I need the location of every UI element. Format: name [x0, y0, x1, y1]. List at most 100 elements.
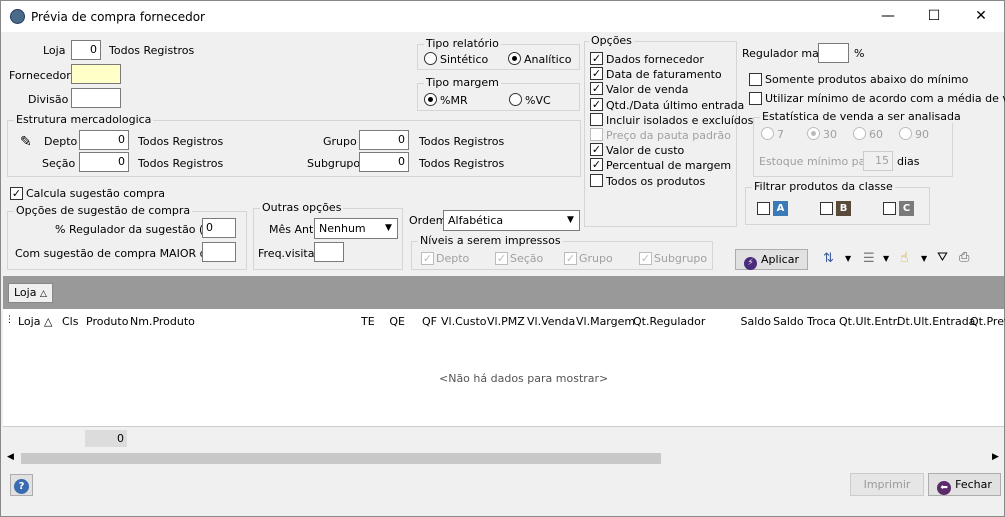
divisao-input[interactable] [71, 88, 121, 108]
opcao-checkbox[interactable]: ✓ [590, 52, 603, 65]
chevron-down-icon[interactable]: ▼ [845, 254, 851, 263]
scroll-left-icon[interactable]: ◀ [7, 452, 14, 462]
column-header-te[interactable]: TE [361, 313, 377, 331]
estatistica-radio-60[interactable] [853, 127, 866, 140]
fechar-button[interactable]: ⬅ Fechar [928, 473, 1001, 496]
opcao-checkbox[interactable]: ✓ [590, 97, 603, 111]
maior-input[interactable] [202, 242, 236, 262]
column-header-vl-pmz[interactable]: Vl.PMZ [487, 313, 525, 331]
scroll-thumb[interactable] [21, 453, 661, 464]
freq-input[interactable] [314, 242, 344, 262]
horizontal-scrollbar[interactable]: ◀ ▶ [3, 450, 1004, 467]
ordem-select[interactable]: Alfabética ▼ [443, 210, 580, 231]
somente-abaixo-checkbox[interactable] [749, 73, 762, 86]
divisao-label: Divisão [28, 93, 69, 106]
grupo-input[interactable]: 0 [359, 130, 409, 150]
estoque-label: Estoque mínimo para [759, 155, 877, 168]
column-header-qe[interactable]: QE [381, 313, 405, 331]
estatistica-label-7: 7 [777, 128, 784, 141]
column-chooser-icon[interactable]: ⋮ [5, 315, 14, 325]
vc-radio[interactable] [509, 93, 522, 106]
column-header-qt-regulador[interactable]: Qt.Regulador [633, 313, 705, 331]
estatistica-radio-30[interactable] [807, 127, 820, 140]
estatistica-label-60: 60 [869, 128, 883, 141]
maximize-button[interactable]: ☐ [911, 1, 957, 32]
opcoes-legend: Opções [589, 34, 634, 47]
nivel-checkbox[interactable]: ✓ [639, 252, 652, 265]
column-header-vl-venda[interactable]: Vl.Venda [527, 313, 575, 331]
opcao-checkbox[interactable]: ✓ [590, 158, 603, 172]
vc-label: %VC [525, 94, 551, 107]
fornecedor-input[interactable] [71, 64, 121, 84]
column-header-qt-ult-entr-[interactable]: Qt.Ult.Entr. [839, 313, 900, 331]
analitico-radio[interactable] [508, 52, 521, 65]
nivel-checkbox[interactable]: ✓ [564, 252, 577, 265]
window: Prévia de compra fornecedor — ☐ ✕ Loja 0… [0, 0, 1005, 517]
column-header-qf[interactable]: QF [411, 313, 437, 331]
opcao-checkbox[interactable] [590, 173, 603, 187]
mr-radio[interactable] [424, 93, 437, 106]
column-header-cls[interactable]: Cls [62, 313, 87, 331]
estatistica-radio-90[interactable] [899, 127, 912, 140]
printer-icon[interactable]: ⎙ [959, 250, 969, 265]
column-header-loja[interactable]: Loja △ [18, 313, 53, 331]
nivel-checkbox[interactable]: ✓ [495, 252, 508, 265]
class-b-checkbox[interactable] [820, 202, 833, 215]
filter-icon[interactable]: ⛛ [937, 250, 948, 265]
opcao-checkbox[interactable] [590, 112, 603, 126]
column-header-saldo[interactable]: Saldo [707, 313, 772, 331]
app-icon [10, 9, 25, 24]
class-a-badge: A [773, 201, 788, 216]
column-header-produto[interactable]: Produto [86, 313, 128, 331]
imprimir-button[interactable]: Imprimir [850, 473, 924, 496]
nivel-label: Grupo [579, 252, 613, 265]
opcao-checkbox[interactable]: ✓ [590, 143, 603, 157]
class-c-checkbox[interactable] [883, 202, 896, 215]
grid-footer: 0 [3, 428, 1004, 448]
scroll-right-icon[interactable]: ▶ [992, 452, 999, 462]
chevron-down-icon[interactable]: ▼ [883, 254, 889, 263]
sort-icon[interactable]: ⇅ [823, 251, 834, 266]
column-header-saldo-troca[interactable]: Saldo Troca [773, 313, 836, 331]
secao-input[interactable]: 0 [79, 152, 129, 172]
calcula-checkbox[interactable]: ✓ [10, 187, 23, 200]
column-header-dt-ult-entrada[interactable]: Dt.Ult.Entrada [897, 313, 975, 331]
estatistica-radio-7[interactable] [761, 127, 774, 140]
eraser-icon[interactable]: ✎ [20, 134, 32, 150]
column-header-nm-produto[interactable]: Nm.Produto [130, 313, 360, 331]
depto-input[interactable]: 0 [79, 130, 129, 150]
minimize-button[interactable]: — [865, 1, 911, 32]
column-header-vl-custo[interactable]: Vl.Custo [441, 313, 487, 331]
regulador-input[interactable] [818, 43, 849, 63]
chevron-down-icon: ▼ [567, 215, 574, 225]
help-button[interactable]: ? [10, 474, 33, 496]
loja-input[interactable]: 0 [71, 40, 101, 60]
footer-total: 0 [85, 430, 127, 447]
hand-icon[interactable]: ☝ [900, 250, 909, 266]
column-header-vl-margem[interactable]: Vl.Margem [576, 313, 635, 331]
opcao-checkbox[interactable] [590, 128, 603, 141]
subgrupo-input[interactable]: 0 [359, 152, 409, 172]
class-b-badge: B [836, 201, 851, 216]
estoque-input[interactable]: 15 [863, 151, 893, 171]
utilizar-minimo-checkbox[interactable] [749, 92, 762, 105]
sintetico-radio[interactable] [424, 52, 437, 65]
opcao-checkbox[interactable]: ✓ [590, 82, 603, 96]
chevron-down-icon[interactable]: ▼ [921, 254, 927, 263]
class-a-checkbox[interactable] [757, 202, 770, 215]
list-icon[interactable]: ☰ [863, 251, 875, 266]
close-button[interactable]: ✕ [958, 1, 1004, 32]
class-c-badge: C [899, 201, 914, 216]
aplicar-button[interactable]: ⚡ Aplicar [735, 249, 808, 270]
opcao-label: Data de faturamento [606, 68, 722, 82]
subgrupo-label: Subgrupo [307, 157, 361, 170]
nivel-checkbox[interactable]: ✓ [421, 252, 434, 265]
opcao-label: Percentual de margem [606, 159, 732, 173]
utilizar-minimo-label: Utilizar mínimo de acordo com a média de… [765, 92, 1005, 105]
opcao-checkbox[interactable]: ✓ [590, 67, 603, 81]
regulador-unit: % [854, 47, 865, 60]
mes-select[interactable]: Nenhum ▼ [314, 218, 398, 239]
column-header-qt-prev[interactable]: Qt.Prev [970, 313, 1005, 331]
regulador-sugestao-input[interactable]: 0 [202, 218, 236, 238]
group-tag-loja[interactable]: Loja △ [8, 283, 53, 303]
